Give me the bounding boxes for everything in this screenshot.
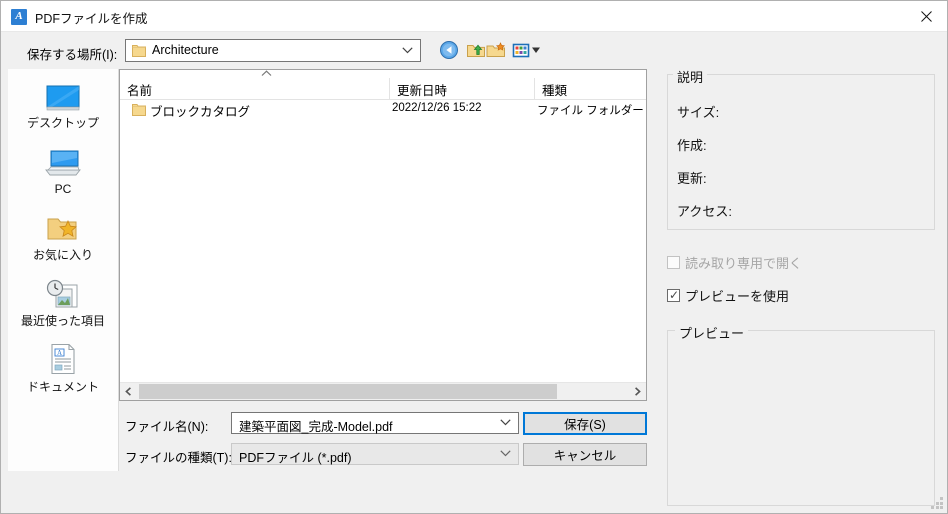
file-type-value: PDFファイル (*.pdf) (239, 451, 352, 465)
places-bar: デスクトップ PC お気に入り 最近使った項目 A ドキュメント (8, 69, 119, 471)
file-name-cell: ブロックカタログ (150, 105, 251, 119)
file-name-value: 建築平面図_完成-Model.pdf (239, 420, 393, 434)
column-header-name[interactable]: 名前 (127, 80, 152, 99)
look-in-combobox[interactable]: Architecture (125, 39, 421, 62)
column-header-modified[interactable]: 更新日時 (397, 80, 447, 99)
title-bar: A PDFファイルを作成 (1, 1, 947, 32)
folder-icon (132, 104, 146, 116)
sidebar-item-label: お気に入り (32, 248, 93, 262)
favorites-folder-icon (8, 209, 118, 243)
file-name-input[interactable]: 建築平面図_完成-Model.pdf (231, 412, 519, 434)
column-divider[interactable] (534, 78, 535, 99)
description-legend: 説明 (673, 67, 708, 86)
resize-grip[interactable] (931, 497, 944, 510)
new-folder-icon[interactable] (485, 39, 507, 61)
sidebar-item-recent[interactable]: 最近使った項目 (8, 275, 118, 329)
chevron-down-icon[interactable] (500, 419, 511, 426)
up-folder-icon[interactable] (465, 39, 487, 61)
use-preview-label: プレビューを使用 (685, 289, 790, 304)
open-readonly-label: 読み取り専用で開く (685, 256, 803, 271)
close-icon[interactable] (903, 1, 947, 31)
sidebar-item-documents[interactable]: A ドキュメント (8, 341, 118, 395)
sidebar-item-desktop[interactable]: デスクトップ (8, 77, 118, 131)
description-accessed-label: アクセス: (677, 204, 732, 219)
checkbox-box (667, 256, 680, 269)
column-header-type[interactable]: 種類 (542, 80, 567, 99)
description-created-label: 作成: (677, 138, 707, 153)
file-type-label: ファイルの種類(T): (125, 451, 232, 465)
sidebar-item-label: ドキュメント (26, 380, 99, 394)
table-row[interactable]: ブロックカタログ 2022/12/26 15:22 ファイル フォルダー (120, 99, 646, 120)
autocad-a-icon: A (11, 9, 27, 25)
horizontal-scrollbar[interactable] (120, 382, 646, 400)
sidebar-item-favorites[interactable]: お気に入り (8, 209, 118, 263)
desktop-icon (8, 77, 118, 111)
chevron-down-icon (402, 47, 413, 54)
chevron-down-icon[interactable] (500, 450, 511, 457)
svg-text:A: A (57, 349, 62, 357)
cancel-button[interactable]: キャンセル (523, 443, 647, 466)
description-modified-label: 更新: (677, 171, 707, 186)
use-preview-checkbox[interactable]: ✓ プレビューを使用 (667, 286, 789, 305)
folder-icon (132, 45, 146, 57)
preview-legend: プレビュー (675, 323, 749, 342)
file-type-combobox[interactable]: PDFファイル (*.pdf) (231, 443, 519, 465)
back-icon[interactable] (438, 39, 460, 61)
checkmark-icon: ✓ (669, 288, 680, 302)
sidebar-item-label: デスクトップ (26, 116, 99, 130)
sidebar-item-pc[interactable]: PC (8, 145, 118, 196)
window-title: PDFファイルを作成 (35, 12, 148, 26)
sidebar-item-label: 最近使った項目 (20, 314, 105, 328)
document-icon: A (8, 341, 118, 375)
file-type-cell: ファイル フォルダー (537, 105, 644, 117)
chevron-right-icon[interactable] (629, 383, 646, 400)
file-name-label: ファイル名(N): (125, 420, 209, 434)
file-list[interactable]: 名前 更新日時 種類 ブロックカタログ 2022/12/26 15:22 ファイ… (119, 69, 647, 401)
recent-items-icon (8, 275, 118, 309)
save-pdf-dialog: A PDFファイルを作成 保存する場所(I): Architecture デスク… (0, 0, 948, 514)
look-in-value: Architecture (152, 43, 219, 57)
description-size-label: サイズ: (677, 105, 720, 120)
preview-groupbox (667, 330, 935, 506)
chevron-left-icon[interactable] (120, 383, 137, 400)
column-divider[interactable] (389, 78, 390, 99)
computer-icon (8, 145, 118, 179)
scrollbar-thumb[interactable] (139, 384, 557, 399)
open-readonly-checkbox[interactable]: 読み取り専用で開く (667, 253, 802, 272)
look-in-label: 保存する場所(I): (27, 48, 118, 62)
checkbox-box: ✓ (667, 288, 680, 302)
save-button[interactable]: 保存(S) (523, 412, 647, 435)
file-modified-cell: 2022/12/26 15:22 (392, 102, 482, 114)
views-icon[interactable] (511, 39, 543, 61)
sidebar-item-label: PC (54, 182, 72, 196)
column-header-row: 名前 更新日時 種類 (120, 78, 646, 100)
